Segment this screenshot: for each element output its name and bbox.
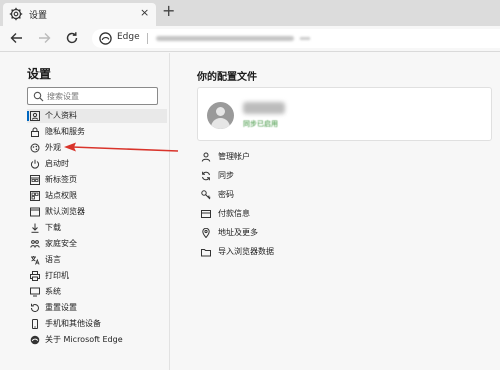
menu-item-label: 付款信息 bbox=[218, 209, 250, 218]
sidebar-item-label: 系统 bbox=[45, 287, 61, 296]
sidebar-item-label: 关于 Microsoft Edge bbox=[45, 335, 123, 344]
sidebar-item-label: 外观 bbox=[45, 143, 61, 152]
avatar-body bbox=[211, 118, 230, 129]
sidebar-item-label: 隐私和服务 bbox=[45, 127, 85, 136]
power-icon bbox=[30, 159, 40, 169]
import-browser-data-link[interactable]: 导入浏览器数据 bbox=[197, 245, 397, 259]
sidebar-item-about[interactable]: 关于 Microsoft Edge bbox=[27, 333, 167, 347]
profile-name-redacted bbox=[243, 102, 285, 114]
phone-icon bbox=[32, 319, 38, 329]
address-bar[interactable]: Edge bbox=[92, 29, 500, 48]
sidebar-item-profile[interactable]: 个人资料 bbox=[27, 109, 167, 123]
download-icon bbox=[31, 223, 39, 233]
refresh-icon[interactable] bbox=[63, 29, 81, 47]
system-icon bbox=[30, 287, 40, 297]
annotation-arrow bbox=[64, 142, 179, 152]
url-text-redacted-tail bbox=[300, 37, 310, 40]
navigation-toolbar: Edge bbox=[0, 26, 500, 52]
profile-card: 同步已启用 bbox=[197, 87, 492, 141]
avatar-head bbox=[216, 107, 225, 116]
manage-account-link[interactable]: 管理帐户 bbox=[197, 150, 397, 164]
url-text-redacted bbox=[156, 36, 294, 41]
sidebar-item-site-permissions[interactable]: 站点权限 bbox=[27, 189, 167, 203]
tab-close-button[interactable]: × bbox=[140, 6, 149, 19]
sidebar-item-phone[interactable]: 手机和其他设备 bbox=[27, 317, 167, 331]
menu-item-label: 同步 bbox=[218, 171, 234, 180]
profile-icon bbox=[30, 111, 40, 121]
sidebar-item-new-tab[interactable]: 新标签页 bbox=[27, 173, 167, 187]
sidebar-item-label: 新标签页 bbox=[45, 175, 77, 184]
sync-icon bbox=[202, 171, 210, 181]
passwords-link[interactable]: 密码 bbox=[197, 188, 397, 202]
edge-logo-icon bbox=[99, 32, 112, 45]
import-icon bbox=[201, 249, 211, 257]
sidebar-item-label: 站点权限 bbox=[45, 191, 77, 200]
search-settings-input[interactable]: 搜索设置 bbox=[27, 87, 158, 105]
reset-icon bbox=[30, 303, 39, 313]
menu-item-label: 导入浏览器数据 bbox=[218, 247, 274, 256]
person-icon bbox=[201, 152, 211, 162]
gear-icon bbox=[9, 7, 23, 21]
menu-item-label: 密码 bbox=[218, 190, 234, 199]
search-icon bbox=[33, 91, 44, 102]
sidebar-item-printers[interactable]: 打印机 bbox=[27, 269, 167, 283]
sidebar-item-reset[interactable]: 重置设置 bbox=[27, 301, 167, 315]
edge-icon bbox=[30, 335, 40, 345]
new-tab-icon bbox=[30, 175, 40, 185]
sidebar-item-language[interactable]: 语言 bbox=[27, 253, 167, 267]
sidebar-item-family-safety[interactable]: 家庭安全 bbox=[27, 237, 167, 251]
printer-icon bbox=[30, 271, 40, 281]
sidebar-item-label: 下载 bbox=[45, 223, 61, 232]
settings-sidebar: 设置 搜索设置 个人资料 隐私和服务 外观 启动时 新标签页 站点权限 默认浏览… bbox=[0, 53, 170, 370]
location-icon bbox=[202, 228, 210, 238]
sidebar-item-label: 家庭安全 bbox=[45, 239, 77, 248]
sidebar-item-label: 手机和其他设备 bbox=[45, 319, 101, 328]
sidebar-item-default-browser[interactable]: 默认浏览器 bbox=[27, 205, 167, 219]
sidebar-item-label: 启动时 bbox=[45, 159, 69, 168]
sidebar-item-privacy[interactable]: 隐私和服务 bbox=[27, 125, 167, 139]
sidebar-item-label: 重置设置 bbox=[45, 303, 77, 312]
addresses-link[interactable]: 地址及更多 bbox=[197, 226, 397, 240]
back-arrow-icon[interactable] bbox=[8, 29, 26, 47]
appearance-icon bbox=[30, 143, 40, 153]
forward-arrow-icon[interactable] bbox=[35, 29, 53, 47]
sidebar-item-startup[interactable]: 启动时 bbox=[27, 157, 167, 171]
family-icon bbox=[30, 240, 40, 248]
tab-settings[interactable]: 设置 × bbox=[3, 3, 156, 26]
sidebar-item-system[interactable]: 系统 bbox=[27, 285, 167, 299]
tab-title: 设置 bbox=[29, 11, 48, 21]
search-placeholder: 搜索设置 bbox=[47, 92, 79, 101]
sidebar-item-label: 语言 bbox=[45, 255, 61, 264]
sidebar-item-label: 个人资料 bbox=[45, 111, 77, 120]
payment-info-link[interactable]: 付款信息 bbox=[197, 207, 397, 221]
sync-link[interactable]: 同步 bbox=[197, 169, 397, 183]
sidebar-title: 设置 bbox=[27, 67, 52, 81]
tab-strip: 设置 × + bbox=[0, 0, 500, 26]
site-permissions-icon bbox=[30, 191, 40, 201]
menu-item-label: 地址及更多 bbox=[218, 228, 258, 237]
new-tab-button[interactable]: + bbox=[162, 3, 175, 19]
default-browser-icon bbox=[30, 207, 40, 217]
sidebar-item-label: 打印机 bbox=[45, 271, 69, 280]
avatar bbox=[207, 102, 234, 129]
page-title: 你的配置文件 bbox=[197, 72, 257, 83]
menu-item-label: 管理帐户 bbox=[218, 152, 250, 161]
sidebar-item-label: 默认浏览器 bbox=[45, 207, 85, 216]
card-icon bbox=[201, 210, 211, 218]
language-icon bbox=[31, 256, 40, 265]
lock-icon bbox=[31, 127, 39, 137]
address-separator bbox=[147, 33, 148, 44]
key-icon bbox=[201, 190, 211, 200]
browser-label: Edge bbox=[117, 32, 140, 42]
sidebar-item-downloads[interactable]: 下载 bbox=[27, 221, 167, 235]
sync-status: 同步已启用 bbox=[243, 120, 278, 128]
